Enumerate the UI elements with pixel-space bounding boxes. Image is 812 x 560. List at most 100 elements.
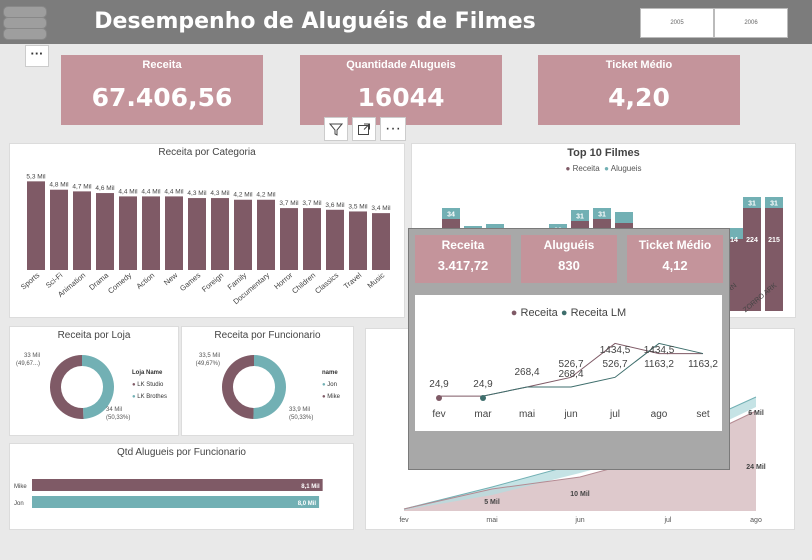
point-label: 1163,2 (644, 359, 674, 370)
legend-title: name (322, 370, 338, 376)
slice-label: 33 Mil (24, 353, 40, 359)
tick-label: Classics (313, 270, 340, 295)
data-label: 31 (748, 201, 756, 208)
bar (165, 196, 183, 270)
kpi-value: 3.417,72 (437, 258, 489, 273)
chart-receita-funcionario[interactable]: Receita por Funcionario 33,9 Mil (50,33%)… (181, 326, 354, 436)
bar (50, 189, 68, 270)
tooltip-page: Receita 3.417,72 Aluguéis 830 Ticket Méd… (408, 228, 730, 470)
donut-slice (49, 355, 84, 419)
bar (119, 196, 137, 270)
point-label: 1163,2 (688, 359, 718, 370)
bar (32, 496, 320, 508)
data-label: 5,3 Mil (26, 173, 46, 180)
tick-label: ago (750, 517, 762, 524)
data-label: 34 (447, 212, 455, 219)
slice-label: 34 Mil (106, 407, 122, 413)
focus-mode-icon[interactable] (352, 117, 376, 141)
slice-label: 33,5 Mil (199, 353, 220, 359)
data-label: 31 (770, 201, 778, 208)
category-label: Mike (14, 484, 27, 490)
point-label: 1434,5 (600, 345, 631, 356)
tick-label: fev (432, 409, 445, 420)
legend-item: ● LK Brothes (132, 394, 167, 400)
point-label: 268,4 (514, 367, 539, 378)
kpi-card-receita: Receita 67.406,56 (61, 55, 263, 125)
donut-slice (253, 355, 286, 419)
tick-label: jul (663, 517, 671, 524)
legend-item: ● LK Studio (132, 382, 164, 388)
tick-label: New (162, 270, 180, 287)
data-label: 3,6 Mil (325, 202, 345, 209)
bar (142, 196, 160, 270)
bar (188, 198, 206, 270)
receita-line-chart: 24,9 24,9268,4526,7268,41434,5526,71434,5… (429, 342, 718, 420)
chart-title: Receita por Categoria (158, 147, 256, 158)
bar (280, 208, 298, 270)
chart-receita-loja[interactable]: Receita por Loja 33 Mil (49,67...) 34 Mil(… (9, 326, 179, 436)
slice-label: (49,67%) (196, 361, 220, 367)
data-label: 6 Mil (748, 410, 764, 417)
more-options-icon[interactable]: ··· (25, 45, 49, 67)
tick-label: Children (290, 271, 317, 296)
page-title: Desempenho de Aluguéis de Filmes (94, 9, 536, 34)
data-label: 3,7 Mil (279, 200, 299, 207)
data-label: 31 (598, 212, 606, 219)
data-label: 4,4 Mil (141, 188, 161, 195)
year-slicer-2006[interactable]: 2006 (714, 8, 788, 38)
bar (372, 213, 390, 270)
tick-label: Music (365, 270, 386, 290)
bar (234, 199, 252, 270)
kpi-label: Ticket Médio (638, 238, 712, 252)
bar (211, 198, 229, 270)
data-label: 4,6 Mil (95, 185, 115, 192)
alugueis-bar (615, 212, 633, 223)
kpi-label: Aluguéis (543, 238, 595, 252)
data-label: 5 Mil (484, 499, 500, 506)
tick-label: jun (563, 409, 577, 420)
kpi-card-ticket: Ticket Médio 4,20 (538, 55, 740, 125)
point-label: 24,9 (429, 379, 449, 390)
category-bar-chart: 5,3 MilSports4,8 MilSci-Fi4,7 MilAnimati… (19, 173, 391, 306)
data-label: 4,3 Mil (210, 190, 230, 197)
data-label: 4,8 Mil (49, 182, 69, 189)
tick-label: Comedy (106, 270, 133, 295)
tooltip-kpi-ticket: Ticket Médio 4,12 (627, 235, 723, 283)
kpi-value: 67.406,56 (91, 83, 233, 112)
chart-receita-categoria[interactable]: Receita por Categoria 5,3 Mil Sports 4,8 M… (9, 143, 405, 318)
tick-label: mai (519, 409, 535, 420)
data-label: 4,3 Mil (187, 190, 207, 197)
slice-label: (50,33%) (289, 415, 313, 421)
kpi-value: 16044 (357, 83, 445, 112)
slice-label: (49,67...) (16, 361, 40, 367)
qtd-bar-chart: Mike 8,1 Mil Jon 8,0 Mil (14, 479, 323, 508)
point-marker (480, 395, 486, 401)
tick-label: Sports (19, 270, 42, 291)
chart-qtd-funcionario[interactable]: Qtd Alugueis por Funcionario Mike 8,1 Mil… (9, 443, 354, 530)
year-slicer-2005[interactable]: 2005 (640, 8, 714, 38)
data-label: 24 Mil (746, 464, 766, 471)
filter-icon[interactable] (324, 117, 348, 141)
kpi-value: 4,20 (608, 83, 670, 112)
legend-item: ● Jon (322, 382, 337, 388)
donut-slice (222, 355, 254, 419)
kpi-label: Ticket Médio (605, 59, 673, 71)
tick-label: fev (399, 517, 409, 524)
bar (257, 199, 275, 270)
more-options-icon[interactable]: ··· (380, 117, 406, 141)
tick-label: mar (474, 409, 492, 420)
data-label: 14 (730, 237, 738, 244)
data-label: 31 (576, 214, 584, 221)
data-label: 8,0 Mil (298, 501, 317, 507)
slice-label: 33,9 Mil (289, 407, 310, 413)
data-label: 3,5 Mil (348, 203, 368, 210)
kpi-label: Receita (142, 59, 182, 71)
loja-donut-chart: 33 Mil (49,67...) 34 Mil (50,33%) (16, 353, 130, 421)
bar (73, 191, 91, 270)
data-label: 4,4 Mil (164, 188, 184, 195)
tick-label: ago (651, 409, 668, 420)
point-label: 526,7 (602, 359, 627, 370)
tick-label: mai (486, 517, 498, 524)
slice-label: (50,33%) (106, 415, 130, 421)
tick-label: jul (609, 409, 620, 420)
